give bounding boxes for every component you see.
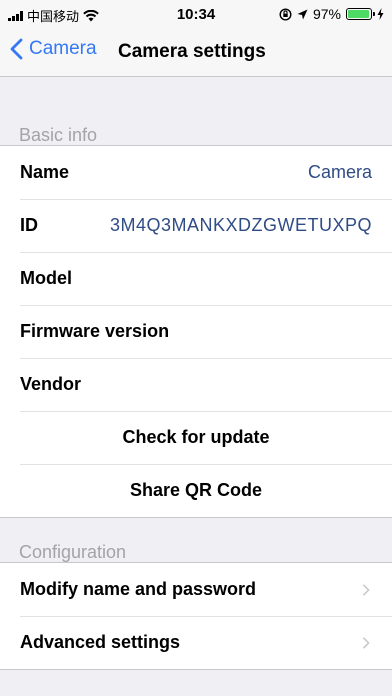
orientation-lock-icon [279, 7, 292, 21]
chevron-left-icon [10, 38, 23, 60]
id-label: ID [20, 215, 38, 235]
vendor-label: Vendor [20, 374, 82, 394]
page-title: Camera settings [118, 41, 266, 62]
check-update-button[interactable]: Check for update [0, 411, 392, 464]
id-value: 3M4Q3MANKXDZGWETUXPQ [109, 215, 372, 235]
firmware-row: Firmware version [0, 305, 392, 358]
location-arrow-icon [297, 9, 308, 19]
advanced-label: Advanced settings [20, 632, 181, 652]
status-right: 97% [279, 6, 384, 22]
share-qr-label: Share QR Code [129, 480, 263, 500]
section-header-basic-info: Basic info [19, 125, 98, 145]
model-row: Model [0, 252, 392, 305]
name-label: Name [20, 162, 70, 182]
basic-info-group: Name Camera ID 3M4Q3MANKXDZGWETUXPQ Mode… [0, 145, 392, 518]
modify-name-password-row[interactable]: Modify name and password [0, 563, 392, 616]
model-label: Model [20, 268, 72, 288]
name-value: Camera [307, 162, 372, 182]
status-bar: 中国移动 10:34 97% [0, 0, 392, 28]
configuration-group: Modify name and password Advanced settin… [0, 562, 392, 670]
share-qr-button[interactable]: Share QR Code [0, 464, 392, 517]
chevron-right-icon [362, 583, 370, 596]
battery-level [348, 10, 370, 18]
navigation-bar: Camera Camera settings [0, 28, 392, 77]
modify-label: Modify name and password [20, 579, 257, 599]
chevron-right-icon [362, 636, 370, 649]
section-header-configuration: Configuration [19, 542, 127, 562]
vendor-row: Vendor [0, 358, 392, 411]
name-row: Name Camera [0, 146, 392, 199]
charging-bolt-icon [377, 8, 384, 20]
back-button[interactable]: Camera [10, 38, 97, 60]
firmware-label: Firmware version [20, 321, 170, 341]
check-update-label: Check for update [122, 427, 270, 447]
battery-icon [346, 8, 375, 20]
advanced-settings-row[interactable]: Advanced settings [0, 616, 392, 669]
id-row: ID 3M4Q3MANKXDZGWETUXPQ [0, 199, 392, 252]
back-label: Camera [29, 38, 97, 59]
battery-percent: 97% [312, 6, 341, 22]
